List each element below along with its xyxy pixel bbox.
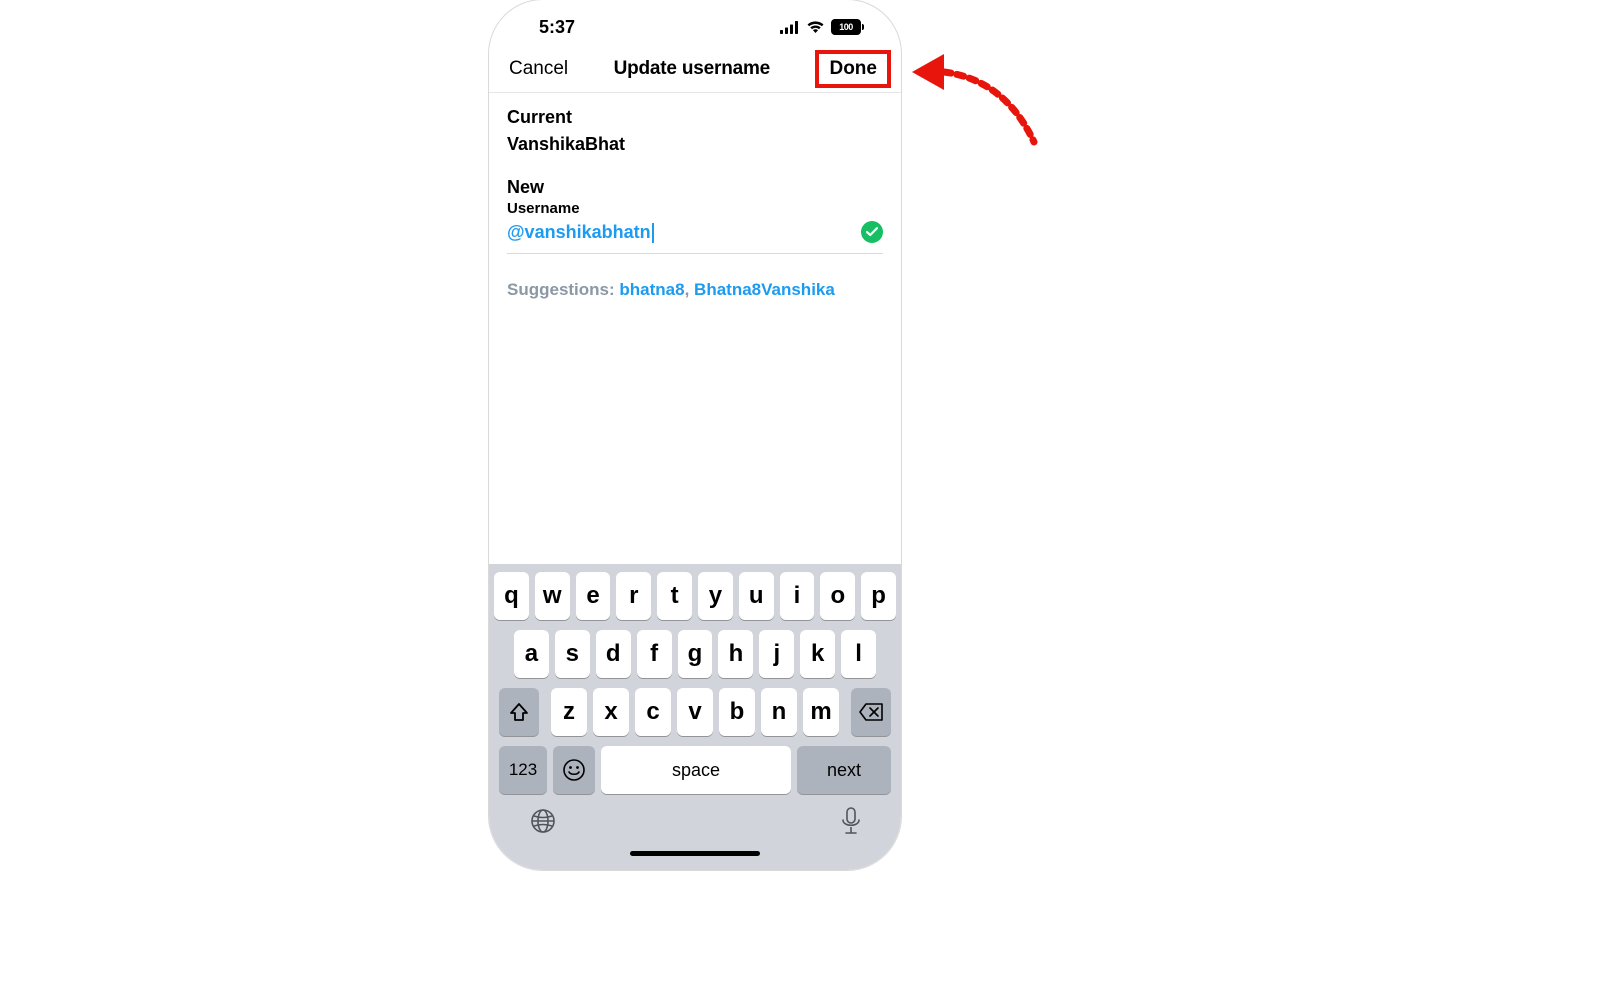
key-d[interactable]: d: [596, 630, 631, 678]
key-e[interactable]: e: [576, 572, 611, 620]
keyboard-row-4: 123 space next: [494, 746, 896, 794]
username-input[interactable]: @vanshikabhatn: [507, 222, 651, 243]
key-q[interactable]: q: [494, 572, 529, 620]
cellular-icon: [780, 21, 800, 34]
key-g[interactable]: g: [678, 630, 713, 678]
key-n[interactable]: n: [761, 688, 797, 736]
phone-frame: 5:37 100 Cancel Update username Done Cur…: [489, 0, 901, 870]
space-key[interactable]: space: [601, 746, 791, 794]
annotation-arrow: [910, 50, 1050, 150]
keyboard: q w e r t y u i o p a s d f g h j k l: [489, 564, 901, 870]
current-label: Current: [507, 107, 883, 128]
key-z[interactable]: z: [551, 688, 587, 736]
key-u[interactable]: u: [739, 572, 774, 620]
suggestions-label: Suggestions:: [507, 280, 619, 299]
suggestions: Suggestions: bhatna8, Bhatna8Vanshika: [507, 280, 883, 300]
key-m[interactable]: m: [803, 688, 839, 736]
key-b[interactable]: b: [719, 688, 755, 736]
key-k[interactable]: k: [800, 630, 835, 678]
key-i[interactable]: i: [780, 572, 815, 620]
globe-icon[interactable]: [528, 806, 558, 841]
key-h[interactable]: h: [718, 630, 753, 678]
status-time: 5:37: [539, 17, 575, 38]
username-field-label: Username: [507, 200, 883, 217]
emoji-key[interactable]: [553, 746, 595, 794]
backspace-key[interactable]: [851, 688, 891, 736]
suggestion-link[interactable]: bhatna8: [619, 280, 684, 299]
key-a[interactable]: a: [514, 630, 549, 678]
page-title: Update username: [614, 58, 770, 80]
keyboard-row-2: a s d f g h j k l: [494, 630, 896, 678]
keyboard-row-3: z x c v b n m: [494, 688, 896, 736]
nav-bar: Cancel Update username Done: [489, 48, 901, 93]
key-t[interactable]: t: [657, 572, 692, 620]
new-label: New: [507, 177, 883, 198]
done-button-highlight: Done: [815, 50, 891, 88]
next-key[interactable]: next: [797, 746, 891, 794]
suggestion-link[interactable]: Bhatna8Vanshika: [694, 280, 835, 299]
key-p[interactable]: p: [861, 572, 896, 620]
shift-key[interactable]: [499, 688, 539, 736]
done-button[interactable]: Done: [829, 58, 877, 79]
key-y[interactable]: y: [698, 572, 733, 620]
home-indicator: [630, 851, 760, 856]
key-f[interactable]: f: [637, 630, 672, 678]
username-input-row: @vanshikabhatn: [507, 221, 883, 254]
valid-check-icon: [861, 221, 883, 243]
key-l[interactable]: l: [841, 630, 876, 678]
status-bar: 5:37 100: [489, 0, 901, 48]
keyboard-bottom-row: [494, 802, 896, 851]
keyboard-row-1: q w e r t y u i o p: [494, 572, 896, 620]
wifi-icon: [806, 20, 825, 34]
key-r[interactable]: r: [616, 572, 651, 620]
key-j[interactable]: j: [759, 630, 794, 678]
key-o[interactable]: o: [820, 572, 855, 620]
form-content: Current VanshikaBhat New Username @vansh…: [489, 93, 901, 300]
battery-icon: 100: [831, 19, 861, 35]
cancel-button[interactable]: Cancel: [509, 58, 568, 80]
key-x[interactable]: x: [593, 688, 629, 736]
mic-icon[interactable]: [840, 806, 862, 841]
key-v[interactable]: v: [677, 688, 713, 736]
numeric-key[interactable]: 123: [499, 746, 547, 794]
key-w[interactable]: w: [535, 572, 570, 620]
key-s[interactable]: s: [555, 630, 590, 678]
status-icons: 100: [780, 19, 861, 35]
current-username: VanshikaBhat: [507, 134, 883, 155]
key-c[interactable]: c: [635, 688, 671, 736]
